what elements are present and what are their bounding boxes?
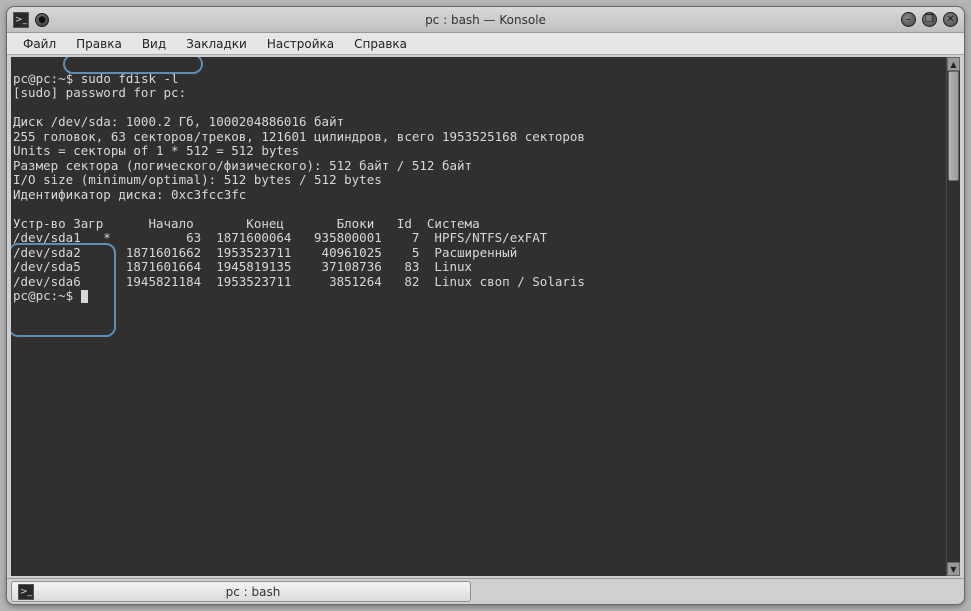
close-button-left[interactable]: ● <box>35 13 49 27</box>
scroll-down-button[interactable]: ▼ <box>947 562 960 576</box>
output-io: I/O size (minimum/optimal): 512 bytes / … <box>13 172 382 187</box>
table-row: /dev/sda6 1945821184 1953523711 3851264 … <box>13 274 585 289</box>
tab-active[interactable]: >_ pc : bash <box>11 581 471 602</box>
cursor <box>81 290 88 303</box>
scroll-up-button[interactable]: ▲ <box>947 57 960 71</box>
close-button[interactable]: ✕ <box>943 12 958 27</box>
output-heads: 255 головок, 63 секторов/треков, 121601 … <box>13 129 585 144</box>
terminal-icon: >_ <box>18 584 34 600</box>
menu-help[interactable]: Справка <box>344 35 417 53</box>
prompt-user: pc@pc:~ <box>13 71 66 86</box>
menubar: Файл Правка Вид Закладки Настройка Справ… <box>7 33 964 55</box>
prompt-sep: $ <box>66 71 81 86</box>
terminal-wrapper: pc@pc:~$ sudo fdisk -l [sudo] password f… <box>11 57 960 576</box>
table-row: /dev/sda5 1871601664 1945819135 37108736… <box>13 259 472 274</box>
menu-view[interactable]: Вид <box>132 35 176 53</box>
menu-file[interactable]: Файл <box>13 35 66 53</box>
minimize-button[interactable]: – <box>901 12 916 27</box>
konsole-window: >_ ● pc : bash — Konsole – ❐ ✕ Файл Прав… <box>6 6 965 605</box>
app-icon: >_ <box>13 12 29 28</box>
table-row: /dev/sda1 * 63 1871600064 935800001 7 HP… <box>13 230 547 245</box>
menu-bookmarks[interactable]: Закладки <box>176 35 257 53</box>
titlebar[interactable]: >_ ● pc : bash — Konsole – ❐ ✕ <box>7 7 964 33</box>
scroll-thumb[interactable] <box>948 71 959 181</box>
command-text: sudo fdisk -l <box>81 71 179 86</box>
window-title: pc : bash — Konsole <box>7 13 964 27</box>
prompt-ready: pc@pc:~$ <box>13 288 81 303</box>
table-row: /dev/sda2 1871601662 1953523711 40961025… <box>13 245 517 260</box>
tab-title: pc : bash <box>42 585 464 599</box>
tabbar: >_ pc : bash <box>7 578 964 604</box>
output-units: Units = секторы of 1 * 512 = 512 bytes <box>13 143 299 158</box>
output-ident: Идентификатор диска: 0xc3fcc3fc <box>13 187 246 202</box>
output-sector: Размер сектора (логического/физического)… <box>13 158 472 173</box>
sudo-prompt: [sudo] password for pc: <box>13 85 186 100</box>
output-disk: Диск /dev/sda: 1000.2 Гб, 1000204886016 … <box>13 114 344 129</box>
menu-edit[interactable]: Правка <box>66 35 132 53</box>
menu-settings[interactable]: Настройка <box>257 35 344 53</box>
terminal[interactable]: pc@pc:~$ sudo fdisk -l [sudo] password f… <box>11 57 946 576</box>
table-header: Устр-во Загр Начало Конец Блоки Id Систе… <box>13 216 480 231</box>
maximize-button[interactable]: ❐ <box>922 12 937 27</box>
scrollbar[interactable]: ▲ ▼ <box>946 57 960 576</box>
